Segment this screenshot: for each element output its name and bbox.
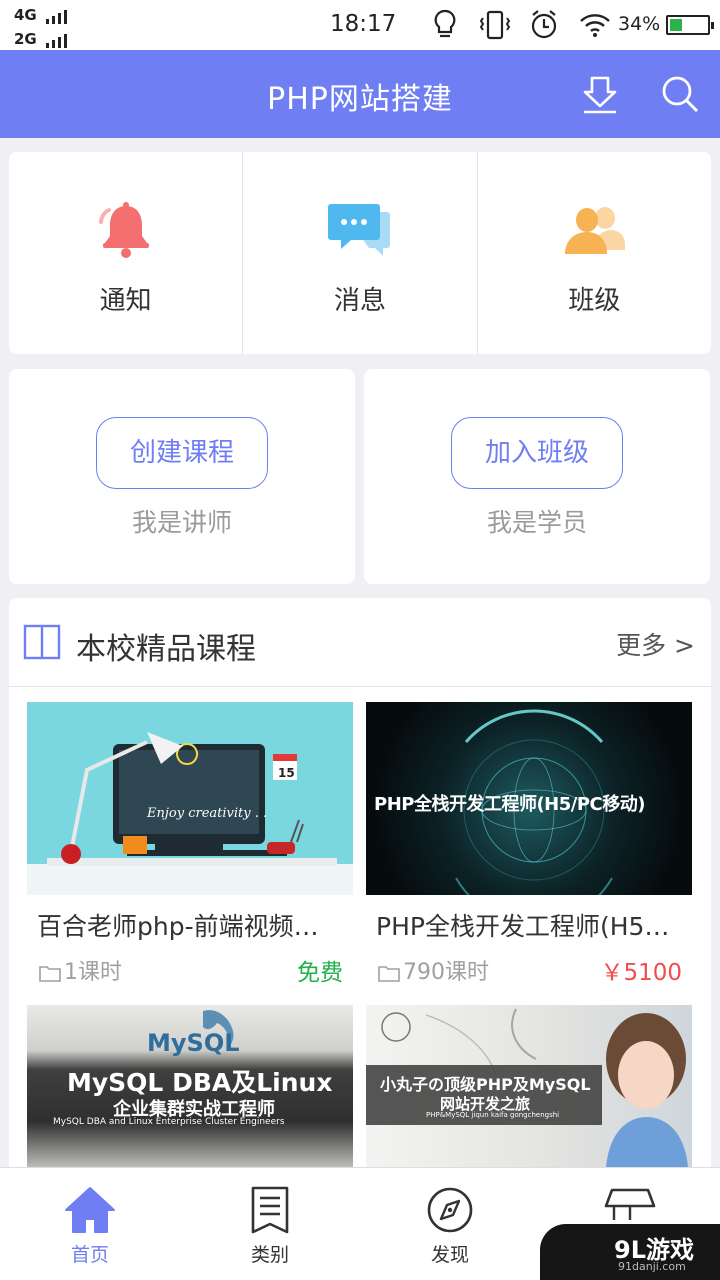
tab-home[interactable]: 首页 — [0, 1168, 180, 1280]
lightbulb-icon — [434, 9, 456, 38]
course-thumbnail[interactable]: MySQL MySQL DBA及Linux 企业集群实战工程师 MySQL DB… — [27, 1005, 353, 1167]
section-title: 本校精品课程 — [76, 632, 256, 667]
teacher-card: 创建课程 我是讲师 — [9, 369, 355, 584]
course-name: PHP全栈开发工程师(H5… — [376, 912, 670, 941]
network-label: 4G — [14, 6, 37, 24]
course-thumbnail[interactable]: Enjoy creativity . . 15 — [27, 702, 353, 895]
course-item[interactable]: PHP全栈开发工程师(H5/PC移动) PHP全栈开发工程师(H5… 790课时… — [366, 702, 692, 986]
mysql-logo: MySQL — [147, 1029, 240, 1057]
battery-icon — [666, 15, 714, 35]
thumbnail-caption: PHP&MySQL jiqun kaifa gongchengshi — [426, 1111, 560, 1119]
calendar-date: 15 — [278, 766, 295, 780]
thumbnail-title: PHP全栈开发工程师(H5/PC移动) — [374, 794, 645, 815]
app-bar: PHP网站搭建 — [0, 50, 720, 138]
book-icon — [23, 624, 61, 660]
tab-discover[interactable]: 发现 — [360, 1168, 540, 1280]
vibrate-icon — [479, 10, 511, 40]
watermark-url: 91danji.com — [618, 1260, 686, 1273]
thumbnail-title: MySQL DBA及Linux — [67, 1068, 333, 1097]
signal-4g: 4G — [14, 6, 70, 24]
thumbnail-caption: Enjoy creativity . . — [147, 806, 268, 821]
course-thumbnail[interactable]: PHP全栈开发工程师(H5/PC移动) — [366, 702, 692, 895]
student-card: 加入班级 我是学员 — [364, 369, 710, 584]
course-thumbnail[interactable]: 小丸子の顶级PHP及MySQL 网站开发之旅 PHP&MySQL jiqun k… — [366, 1005, 692, 1167]
teacher-caption: 我是讲师 — [131, 508, 232, 537]
download-icon[interactable] — [578, 72, 622, 116]
student-caption: 我是学员 — [486, 508, 587, 537]
folder-icon — [39, 966, 61, 982]
lesson-count: 1课时 — [64, 960, 122, 985]
search-icon[interactable] — [658, 72, 702, 116]
course-lessons: 790课时 — [378, 954, 489, 986]
section-header: 本校精品课程 更多 > — [9, 598, 711, 687]
network-label: 2G — [14, 30, 37, 48]
alarm-icon — [531, 10, 557, 39]
featured-courses-card: 本校精品课程 更多 > Enjoy creativity . . 15 百合老师… — [9, 598, 711, 1198]
lesson-count: 790课时 — [403, 960, 489, 985]
course-name: 百合老师php-前端视频… — [37, 912, 319, 941]
course-price: ￥5100 — [600, 960, 682, 986]
quick-actions-card: 通知 消息 班级 — [9, 152, 711, 354]
thumbnail-caption: MySQL DBA and Linux Enterprise Cluster E… — [53, 1117, 285, 1127]
course-price: 免费 — [297, 960, 343, 986]
site-watermark: 9L游戏 91danji.com — [540, 1224, 720, 1280]
quick-action-label: 班级 — [568, 286, 621, 316]
tab-label: 首页 — [70, 1244, 109, 1266]
quick-action-class[interactable]: 班级 — [476, 152, 711, 354]
course-item[interactable]: MySQL MySQL DBA及Linux 企业集群实战工程师 MySQL DB… — [27, 1005, 353, 1167]
tab-label: 类别 — [250, 1244, 289, 1266]
people-icon — [565, 207, 626, 254]
battery-percent: 34% — [618, 13, 661, 35]
quick-action-message[interactable]: 消息 — [242, 152, 476, 354]
course-item[interactable]: Enjoy creativity . . 15 百合老师php-前端视频… 1课… — [27, 702, 353, 986]
quick-action-notice[interactable]: 通知 — [9, 152, 242, 354]
clock: 18:17 — [330, 11, 397, 37]
more-link[interactable]: 更多 > — [616, 626, 695, 662]
tab-label: 发现 — [430, 1244, 469, 1266]
signal-2g: 2G — [14, 30, 70, 48]
compass-icon — [427, 1187, 473, 1233]
bell-icon — [98, 202, 149, 258]
quick-action-label: 消息 — [333, 286, 386, 316]
quick-action-label: 通知 — [99, 286, 152, 316]
create-course-button[interactable]: 创建课程 — [96, 417, 268, 489]
tab-category[interactable]: 类别 — [180, 1168, 360, 1280]
status-bar: 4G 2G 18:17 34% — [0, 0, 720, 50]
thumbnail-title: 小丸子の顶级PHP及MySQL — [380, 1075, 591, 1094]
home-icon — [65, 1187, 115, 1233]
signal-bars-icon — [45, 30, 70, 48]
chat-icon — [327, 204, 390, 256]
list-icon — [251, 1186, 289, 1234]
course-item[interactable]: 小丸子の顶级PHP及MySQL 网站开发之旅 PHP&MySQL jiqun k… — [366, 1005, 692, 1167]
folder-icon — [378, 966, 400, 982]
desk-illustration — [27, 732, 353, 895]
signal-bars-icon — [45, 6, 70, 24]
wifi-icon — [580, 14, 610, 37]
join-class-button[interactable]: 加入班级 — [451, 417, 623, 489]
course-lessons: 1课时 — [39, 954, 122, 986]
